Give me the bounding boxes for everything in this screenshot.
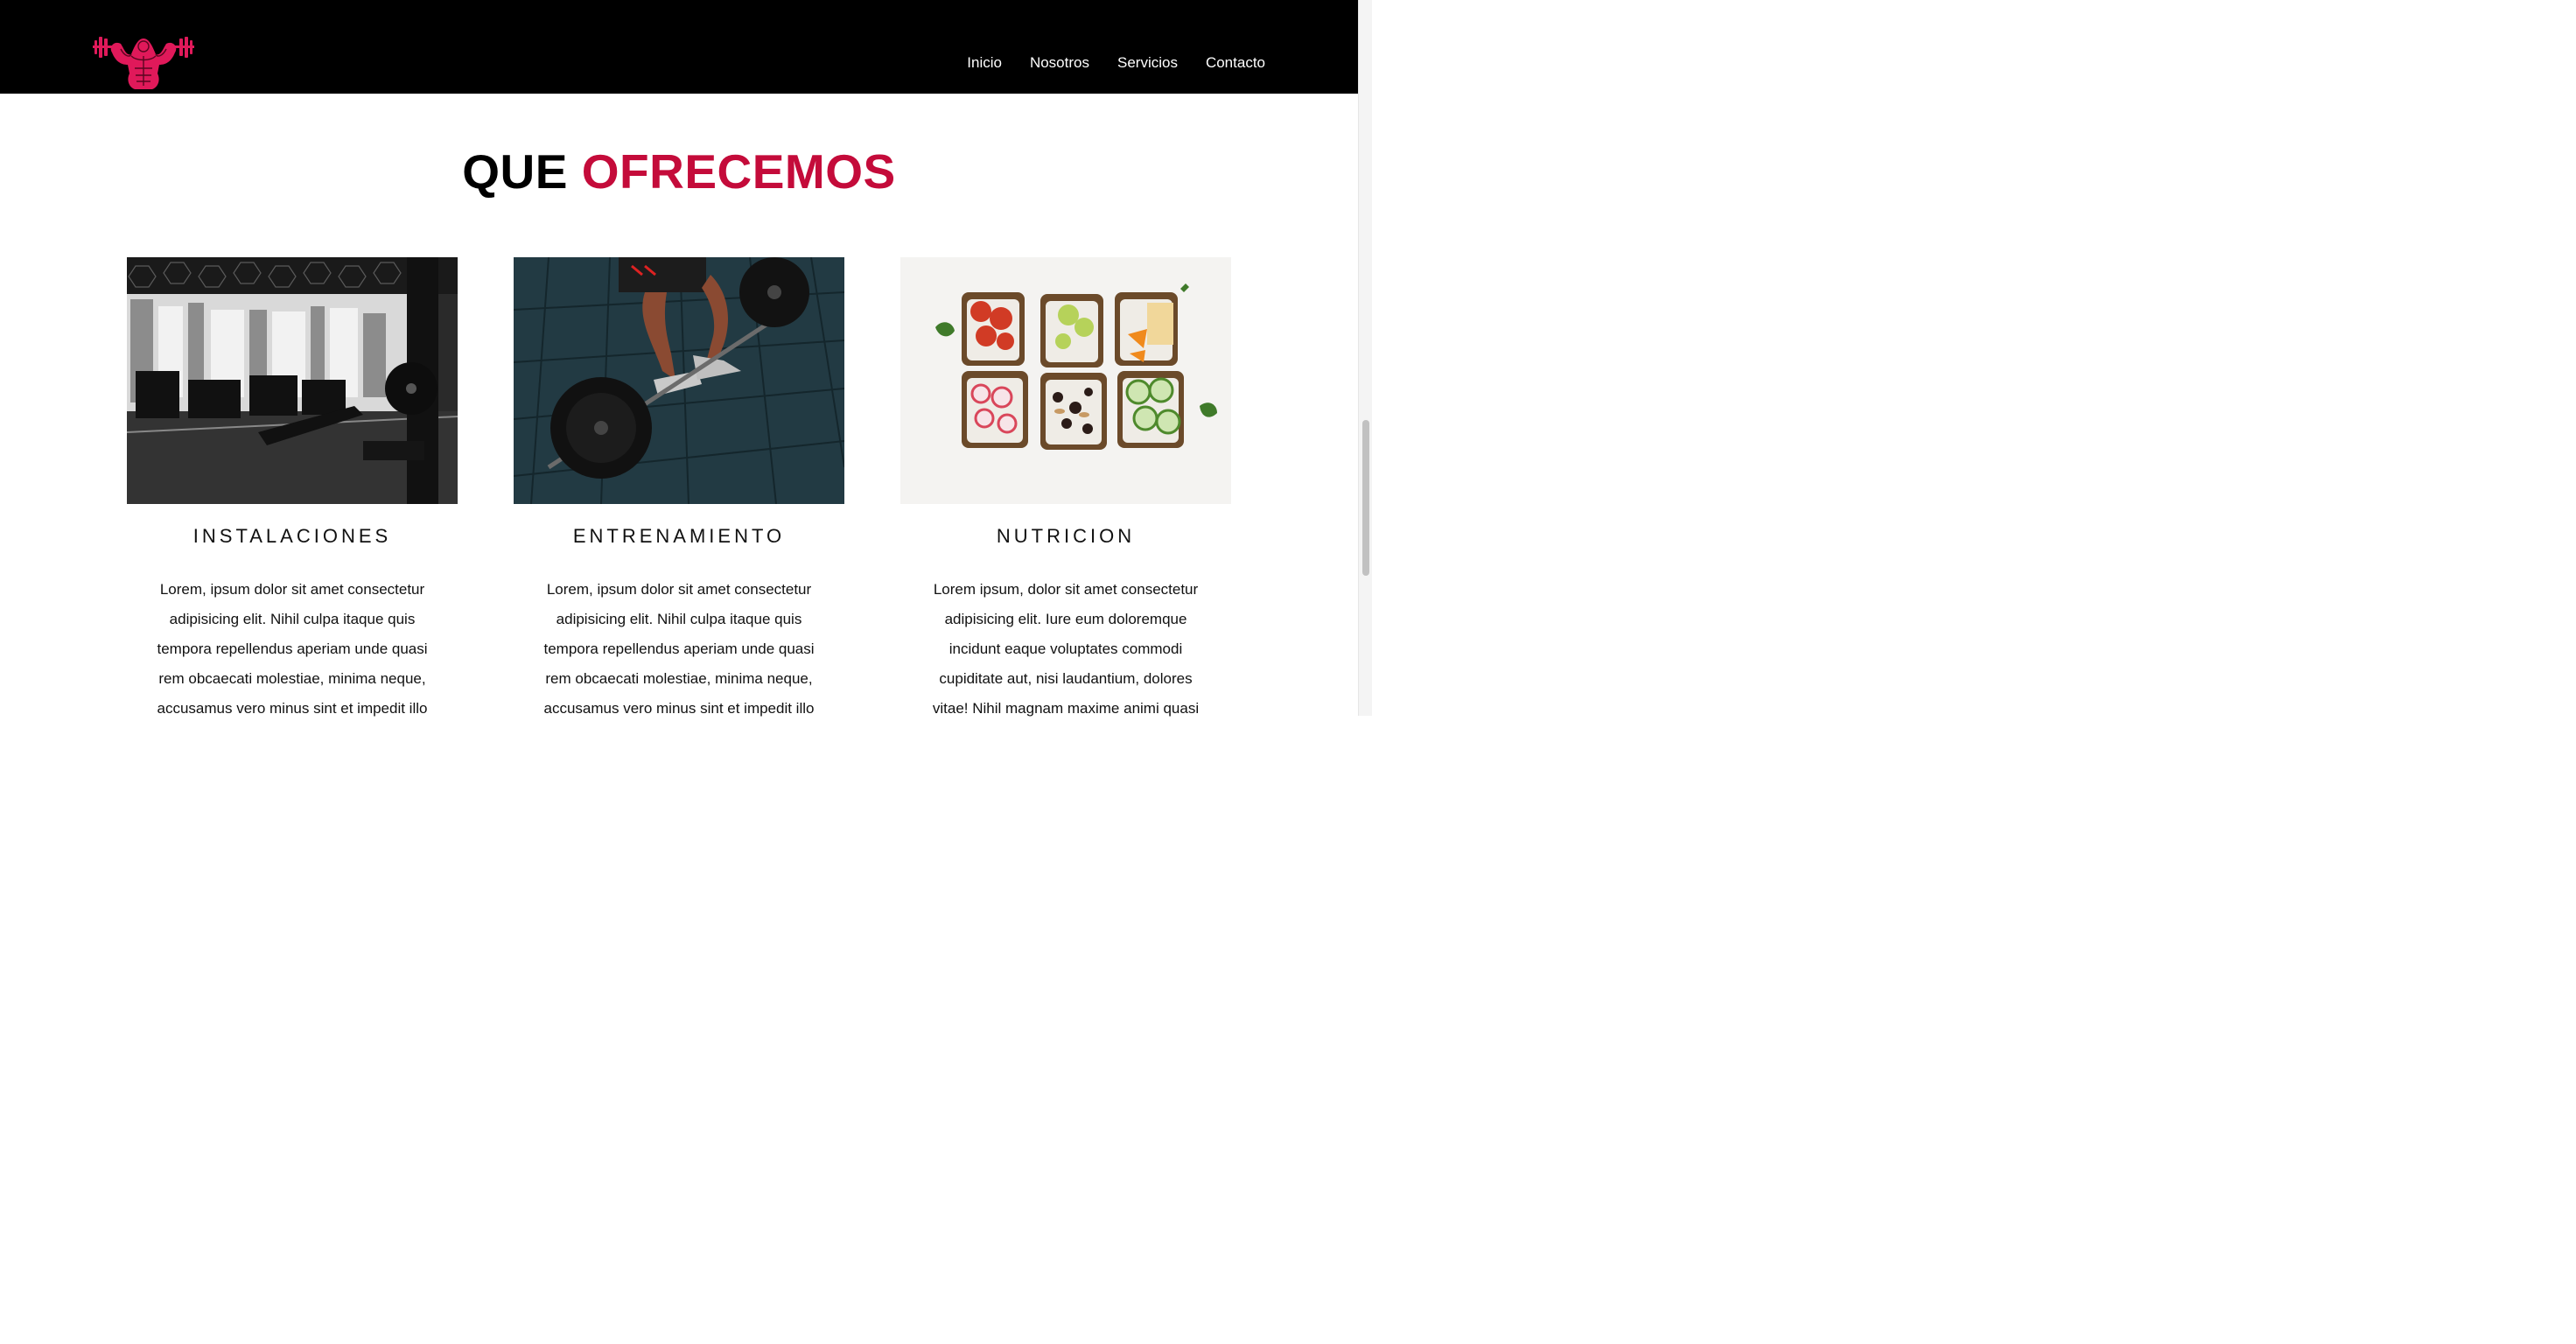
page: Inicio Nosotros Servicios Contacto QUE O… (0, 0, 1372, 717)
service-card-entrenamiento: ENTRENAMIENTO Lorem, ipsum dolor sit ame… (514, 257, 844, 724)
card-text: Lorem, ipsum dolor sit amet consectetur … (157, 581, 428, 717)
service-card-instalaciones: INSTALACIONES Lorem, ipsum dolor sit ame… (127, 257, 458, 724)
card-title: INSTALACIONES (192, 525, 392, 547)
gym-interior-photo (127, 257, 458, 504)
main-nav: Inicio Nosotros Servicios Contacto (967, 54, 1265, 72)
site-header: Inicio Nosotros Servicios Contacto (0, 0, 1358, 94)
nav-servicios-link[interactable]: Servicios (1117, 54, 1178, 72)
deadlift-barbell-photo (514, 257, 844, 504)
nav-contacto-link[interactable]: Contacto (1206, 54, 1265, 72)
service-card-nutricion: NUTRICION Lorem ipsum, dolor sit amet co… (900, 257, 1231, 724)
card-text: Lorem ipsum, dolor sit amet consectetur … (932, 581, 1200, 717)
section-title: QUE OFRECEMOS (0, 144, 1358, 200)
card-title: ENTRENAMIENTO (572, 525, 786, 547)
card-title: NUTRICION (996, 525, 1136, 547)
section-title-part2: OFRECEMOS (581, 144, 896, 199)
scrollbar-thumb[interactable] (1362, 420, 1369, 576)
bodybuilder-logo-icon[interactable] (91, 30, 196, 93)
nav-inicio-link[interactable]: Inicio (967, 54, 1002, 72)
section-title-part1: QUE (462, 144, 568, 199)
card-text: Lorem, ipsum dolor sit amet consectetur … (543, 581, 815, 717)
healthy-toasts-photo (900, 257, 1231, 504)
nav-nosotros-link[interactable]: Nosotros (1030, 54, 1089, 72)
vertical-scrollbar[interactable] (1358, 0, 1372, 716)
